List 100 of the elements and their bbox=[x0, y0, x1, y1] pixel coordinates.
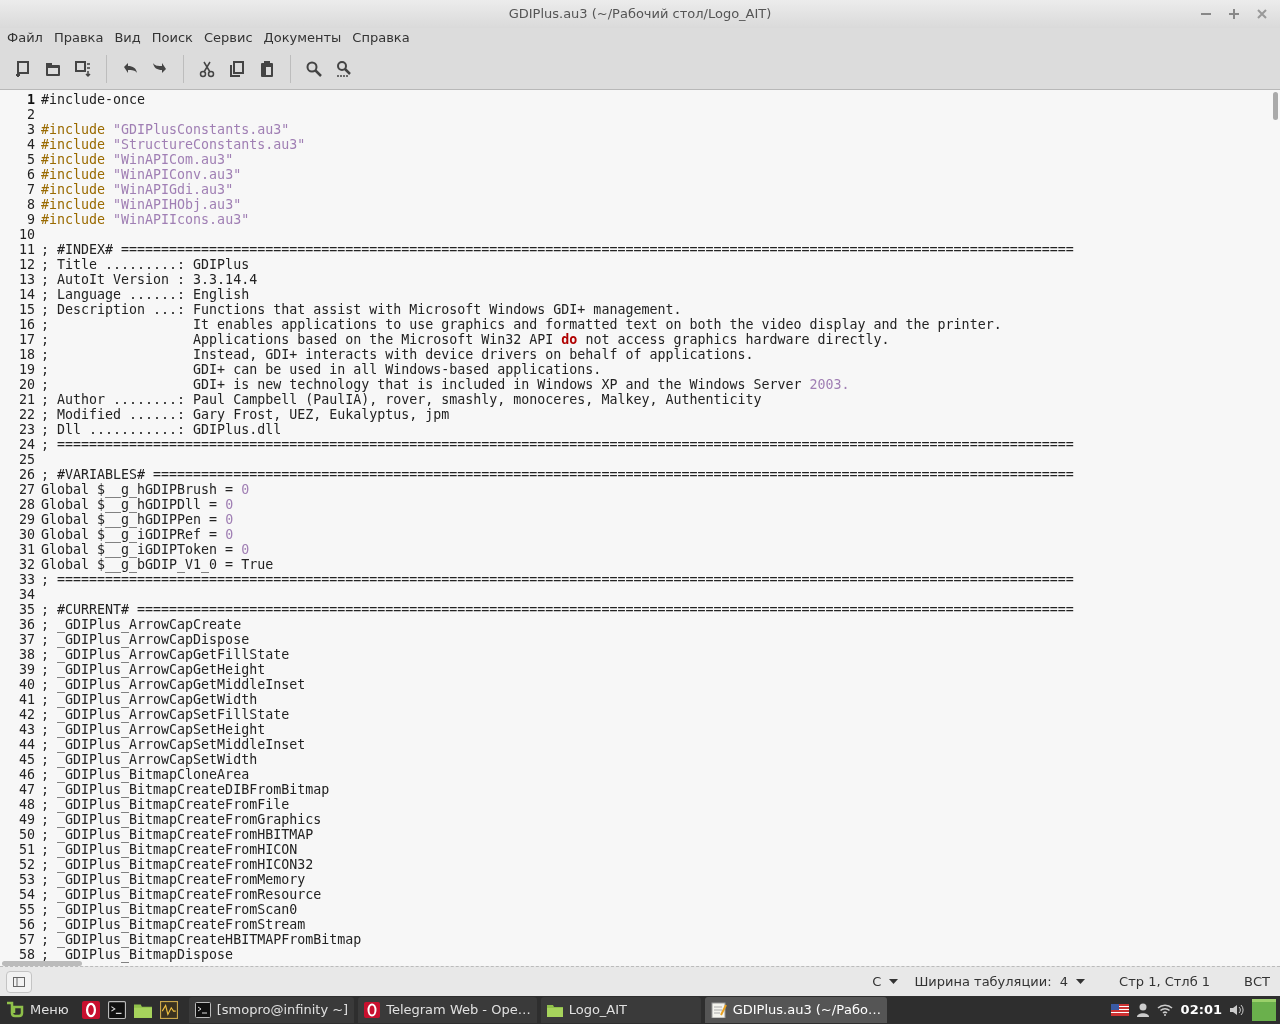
us-flag-icon[interactable] bbox=[1110, 1004, 1129, 1016]
code-line: ; #VARIABLES# =================================================================================================================== bbox=[41, 467, 1074, 482]
code-line: ; GDI+ can be used in all Windows-based applications. bbox=[41, 362, 602, 377]
line-number: 3 bbox=[26, 122, 36, 137]
insert-mode: ВСТ bbox=[1244, 972, 1270, 991]
menu-item[interactable]: Поиск bbox=[146, 28, 198, 48]
code-line: ; #INDEX# ======================================================================================================================= bbox=[41, 242, 1074, 257]
line-number: 57 bbox=[18, 932, 36, 947]
code-line: ; _GDIPlus_ArrowCapGetFillState bbox=[41, 647, 290, 662]
new-document-icon bbox=[14, 59, 32, 78]
code-line: ; _GDIPlus_BitmapCreateFromMemory bbox=[41, 872, 306, 887]
line-number: 41 bbox=[18, 692, 36, 707]
line-number: 22 bbox=[18, 407, 36, 422]
caret-icon bbox=[889, 979, 899, 984]
tab-width-dropdown[interactable]: Ширина табуляции: 4 bbox=[914, 971, 1086, 992]
folder-icon bbox=[546, 1002, 563, 1018]
line-number: 39 bbox=[18, 662, 36, 677]
line-number: 4 bbox=[26, 137, 36, 152]
menu-item[interactable]: Файл bbox=[2, 28, 48, 48]
line-number: 42 bbox=[18, 707, 36, 722]
line-number: 48 bbox=[18, 797, 36, 812]
line-number: 24 bbox=[18, 437, 36, 452]
menu-item[interactable]: Документы bbox=[258, 28, 347, 48]
volume-icon[interactable] bbox=[1230, 1004, 1244, 1016]
maximize-icon bbox=[1229, 9, 1239, 19]
line-number: 47 bbox=[18, 782, 36, 797]
code-line: ; =============================================================================================================================== bbox=[41, 437, 1074, 452]
line-number: 58 bbox=[18, 947, 36, 962]
taskbar-window-button[interactable]: GDIPlus.au3 (~/Рабо… bbox=[704, 997, 887, 1023]
line-number: 25 bbox=[18, 452, 36, 467]
line-number: 45 bbox=[18, 752, 36, 767]
line-number: 9 bbox=[26, 212, 36, 227]
window-title: GDIPlus.au3 (~/Рабочий стол/Logo_AIT) bbox=[508, 6, 772, 22]
code-line: ; Applications based on the Microsoft Win32 API do not access graphics hardware directly. bbox=[41, 332, 890, 347]
launcher-button[interactable] bbox=[158, 1000, 179, 1020]
text-editor-icon bbox=[710, 1002, 727, 1018]
code-line: #include "StructureConstants.au3" bbox=[41, 137, 306, 152]
line-number: 38 bbox=[18, 647, 36, 662]
launcher-button[interactable] bbox=[106, 1000, 127, 1020]
encoding-dropdown[interactable]: С bbox=[872, 971, 899, 992]
line-number: 15 bbox=[18, 302, 36, 317]
code-line: ; AutoIt Version : 3.3.14.4 bbox=[41, 272, 258, 287]
start-menu-button[interactable]: Меню bbox=[0, 996, 75, 1024]
wifi-icon[interactable] bbox=[1156, 1004, 1173, 1016]
find-replace-icon bbox=[335, 59, 353, 78]
scrollbar-thumb[interactable] bbox=[2, 961, 82, 966]
line-number: 18 bbox=[18, 347, 36, 362]
line-number: 28 bbox=[18, 497, 36, 512]
code-line: ; _GDIPlus_BitmapCreateDIBFromBitmap bbox=[41, 782, 330, 797]
menu-item[interactable]: Правка bbox=[48, 28, 109, 48]
code-line: #include "WinAPIHObj.au3" bbox=[41, 197, 242, 212]
code-line: ; _GDIPlus_ArrowCapDispose bbox=[41, 632, 250, 647]
code-line: ; _GDIPlus_BitmapCreateFromScan0 bbox=[41, 902, 298, 917]
line-number: 29 bbox=[18, 512, 36, 527]
code-line: ; _GDIPlus_BitmapCreateFromHBITMAP bbox=[41, 827, 314, 842]
line-number: 54 bbox=[18, 887, 36, 902]
code-line: #include "WinAPIConv.au3" bbox=[41, 167, 242, 182]
code-line: #include "WinAPIIcons.au3" bbox=[41, 212, 250, 227]
menu-item[interactable]: Справка bbox=[347, 28, 415, 48]
code-line: ; _GDIPlus_ArrowCapSetHeight bbox=[41, 722, 266, 737]
code-line: ; _GDIPlus_BitmapCreateFromFile bbox=[41, 797, 290, 812]
line-number: 49 bbox=[18, 812, 36, 827]
line-number: 56 bbox=[18, 917, 36, 932]
line-number: 12 bbox=[18, 257, 36, 272]
code-line: #include "GDIPlusConstants.au3" bbox=[41, 122, 290, 137]
code-line: ; _GDIPlus_ArrowCapSetFillState bbox=[41, 707, 290, 722]
line-number: 37 bbox=[18, 632, 36, 647]
code-line: Global $__g_bGDIP_V1_0 = True bbox=[41, 557, 274, 572]
menu-item[interactable]: Сервис bbox=[198, 28, 258, 48]
code-line: ; Title .........: GDIPlus bbox=[41, 257, 250, 272]
code-line: #include "WinAPICom.au3" bbox=[41, 152, 234, 167]
scrollbar-thumb[interactable] bbox=[1273, 92, 1278, 120]
line-number: 21 bbox=[18, 392, 36, 407]
line-number: 14 bbox=[18, 287, 36, 302]
taskbar-window-button[interactable]: [smopro@infinity ~] bbox=[188, 997, 355, 1023]
line-number: 52 bbox=[18, 857, 36, 872]
code-line: #include-once bbox=[41, 92, 146, 107]
clock[interactable]: 02:01 bbox=[1180, 1000, 1222, 1020]
launcher-button[interactable] bbox=[80, 1000, 101, 1020]
sidebar-toggle-button[interactable] bbox=[6, 970, 32, 993]
line-number: 11 bbox=[18, 242, 36, 257]
code-line: ; _GDIPlus_BitmapCreateFromGraphics bbox=[41, 812, 322, 827]
menu-item[interactable]: Вид bbox=[109, 28, 146, 48]
taskbar-window-button[interactable]: Logo_AIT bbox=[540, 997, 701, 1023]
code-line: ; Author ........: Paul Campbell (PaulIA), rover, smashly, monoceres, Malkey, Authenticity bbox=[41, 392, 762, 407]
clipboard-icon bbox=[258, 59, 276, 78]
code-line: ; _GDIPlus_BitmapCreateFromResource bbox=[41, 887, 322, 902]
line-number: 10 bbox=[18, 227, 36, 242]
line-number: 2 bbox=[26, 107, 36, 122]
code-line: Global $__g_hGDIPBrush = 0 bbox=[41, 482, 250, 497]
taskbar-window-button[interactable]: Telegram Web - Ope… bbox=[358, 997, 537, 1023]
minimize-icon bbox=[1201, 13, 1211, 15]
user-icon[interactable] bbox=[1136, 1003, 1149, 1017]
close-icon bbox=[1257, 9, 1267, 19]
line-number: 53 bbox=[18, 872, 36, 887]
code-line: ; It enables applications to use graphics and formatted text on both the video display and the printer. bbox=[41, 317, 1002, 332]
line-number: 20 bbox=[18, 377, 36, 392]
line-number: 36 bbox=[18, 617, 36, 632]
line-number: 43 bbox=[18, 722, 36, 737]
line-number: 27 bbox=[18, 482, 36, 497]
